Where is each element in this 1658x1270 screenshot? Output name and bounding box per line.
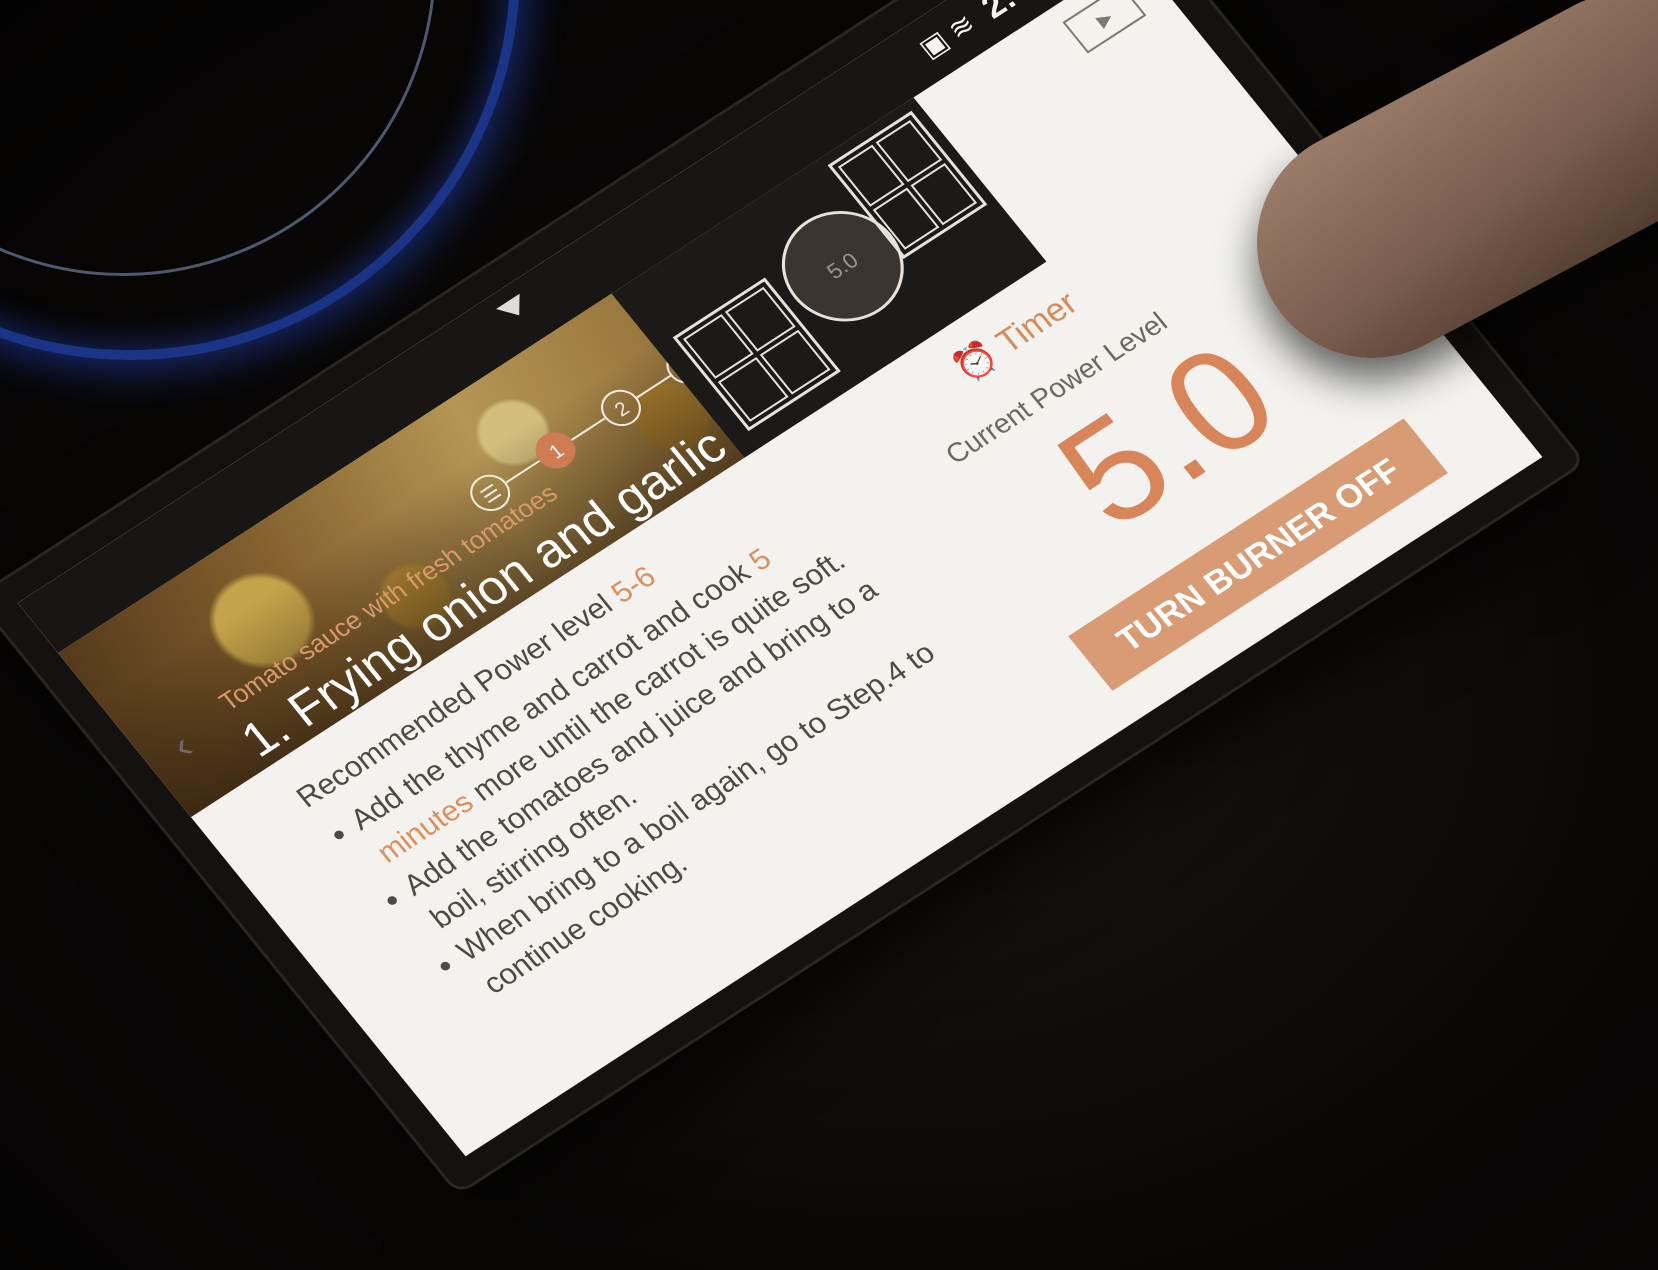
timer-label: Timer (988, 284, 1085, 361)
step-connector (570, 417, 606, 441)
wifi-off-icon: ≋ (941, 8, 981, 46)
step-connector (505, 459, 541, 484)
pull-down-arrow-icon[interactable] (496, 293, 531, 324)
video-play-icon[interactable]: ▶ (1062, 0, 1147, 54)
step-connector (636, 374, 672, 399)
alarm-clock-icon: ⏰ (946, 335, 1006, 389)
photo-scene: ▣ ≋ 2:04 PM ☰ 1 2 3 Tomato sauce with fr… (0, 0, 1658, 1270)
connectivity-icon: ▣ (912, 25, 955, 64)
status-icons: ▣ ≋ (912, 7, 981, 64)
